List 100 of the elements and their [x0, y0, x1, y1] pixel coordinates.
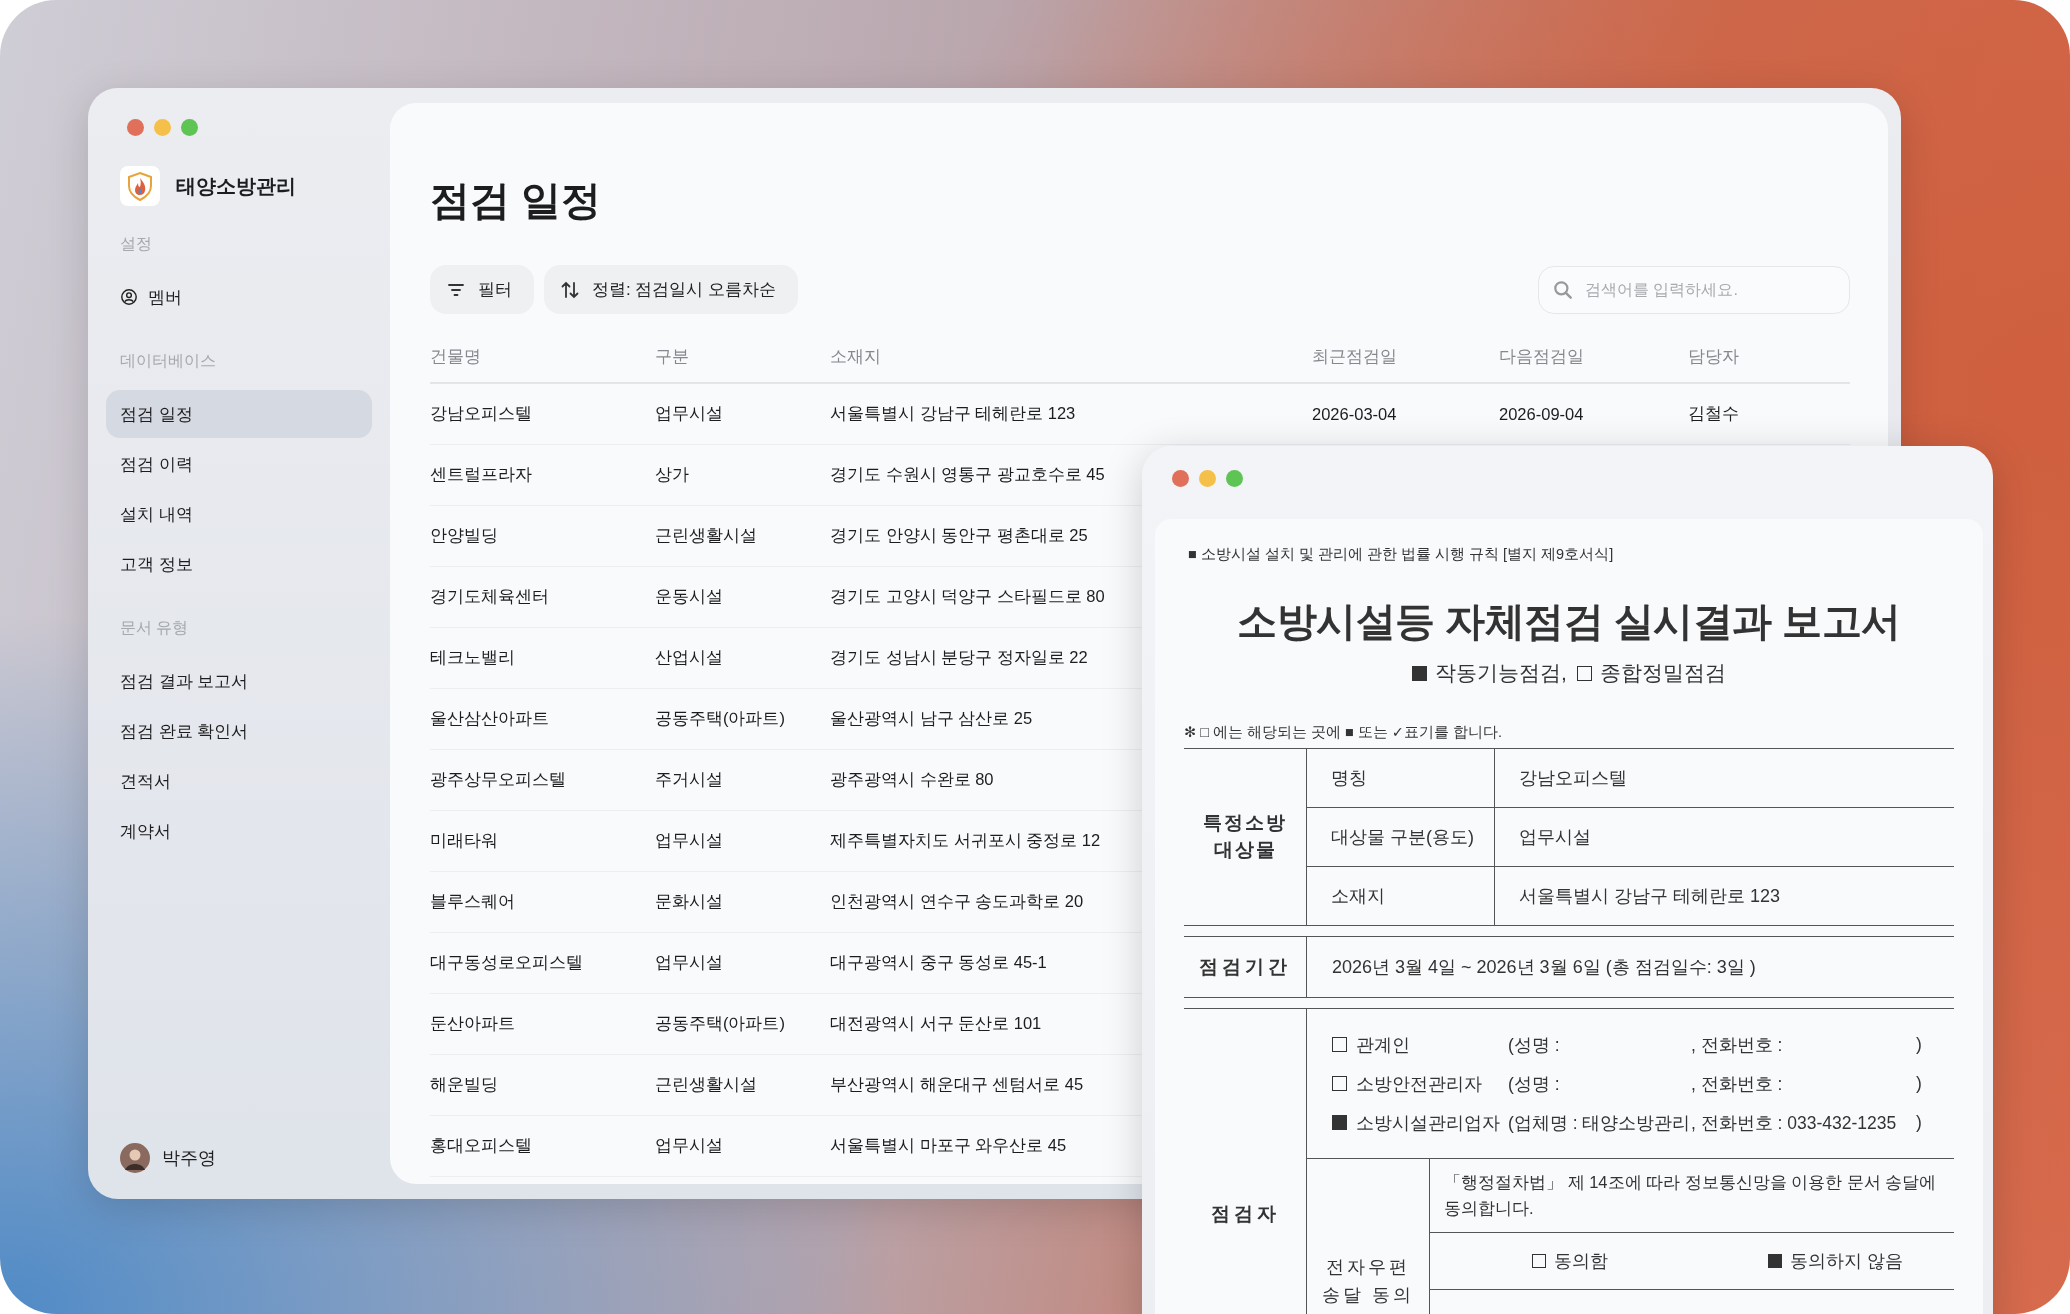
column-header: 건물명 — [430, 347, 481, 365]
table-cell: 블루스퀘어 — [430, 892, 515, 910]
closing-paren: ) — [1916, 1112, 1922, 1133]
field-value: 2026년 3월 4일 ~ 2026년 3월 6일 (총 점검일수: 3일 ) — [1331, 956, 1756, 979]
person-icon — [120, 288, 138, 306]
filter-button[interactable]: 필터 — [430, 265, 534, 314]
table-cell: 대구동성로오피스텔 — [430, 953, 583, 971]
table-cell: 울산광역시 남구 삼산로 25 — [830, 709, 1033, 727]
table-cell: 업무시설 — [655, 953, 723, 971]
closing-paren: ) — [1916, 1034, 1922, 1055]
table-cell: 제주특별자치도 서귀포시 중정로 12 — [830, 831, 1101, 849]
table-cell: 2026-03-04 — [1312, 404, 1397, 423]
table-cell: 부산광역시 해운대구 센텀서로 45 — [830, 1075, 1084, 1093]
table-cell: 강남오피스텔 — [430, 404, 532, 422]
column-header: 소재지 — [830, 347, 881, 365]
sidebar-item[interactable]: 멤버 — [106, 273, 372, 321]
checkbox-label: 소방안전관리자 — [1356, 1072, 1483, 1096]
table-cell: 경기도 고양시 덕양구 스타필드로 80 — [830, 587, 1105, 605]
zoom-button[interactable] — [181, 119, 198, 136]
table-cell: 김철수 — [1688, 404, 1739, 422]
checkbox-label: 동의하지 않음 — [1790, 1249, 1903, 1273]
phone-entry: , 전화번호 : 033-432-1235 — [1691, 1111, 1898, 1135]
sidebar-item[interactable]: 설치 내역 — [106, 490, 372, 538]
checkbox-label: 소방시설관리업자 — [1356, 1111, 1501, 1135]
consent-text: 「행정절차법」 제 14조에 따라 정보통신망을 이용한 문서 송달에 동의합니다. — [1430, 1159, 1954, 1233]
sidebar-item[interactable]: 점검 완료 확인서 — [106, 707, 372, 755]
section-heading: 설정 — [119, 234, 153, 254]
table-cell: 공동주택(아파트) — [655, 709, 785, 727]
field-label: 소재지 — [1307, 867, 1495, 925]
form-note: ✻ □ 에는 해당되는 곳에 ■ 또는 ✓표기를 합니다. — [1184, 723, 1504, 742]
close-button[interactable] — [1172, 470, 1189, 487]
name-entry: (성명 : — [1508, 1072, 1561, 1096]
table-cell: 대구광역시 중구 동성로 45-1 — [830, 953, 1047, 971]
table-cell: 경기도체육센터 — [430, 587, 549, 605]
table-cell: 미래타워 — [430, 831, 498, 849]
checkbox-label: 작동기능점검, — [1435, 660, 1567, 686]
table-cell: 문화시설 — [655, 892, 723, 910]
table-cell: 경기도 수원시 영통구 광교호수로 45 — [830, 465, 1105, 483]
app-name: 태양소방관리 — [176, 173, 296, 199]
field-value: 강남오피스텔 — [1518, 767, 1627, 790]
column-header: 담당자 — [1688, 347, 1739, 365]
table-cell: 광주상무오피스텔 — [430, 770, 566, 788]
row-label: 점검자 — [1184, 1009, 1307, 1314]
table-cell: 광주광역시 수완로 80 — [830, 770, 994, 788]
sidebar-item[interactable]: 점검 결과 보고서 — [106, 657, 372, 705]
name-entry: (업체명 : 태양소방관리 — [1508, 1111, 1691, 1135]
table-cell: 인천광역시 연수구 송도과학로 20 — [830, 892, 1084, 910]
checkbox-label: 관계인 — [1356, 1033, 1411, 1057]
user-name: 박주영 — [162, 1147, 216, 1170]
table-cell: 2026-09-04 — [1499, 404, 1584, 423]
field-value: 서울특별시 강남구 테헤란로 123 — [1518, 885, 1781, 908]
close-button[interactable] — [127, 119, 144, 136]
table-cell: 근린생활시설 — [655, 1075, 757, 1093]
name-entry: (성명 : — [1508, 1033, 1561, 1057]
field-label: 대상물 구분(용도) — [1307, 808, 1495, 866]
row-label: 점검기간 — [1184, 937, 1307, 997]
table-cell: 근린생활시설 — [655, 526, 757, 544]
table-cell: 공동주택(아파트) — [655, 1014, 785, 1032]
table-cell: 운동시설 — [655, 587, 723, 605]
table-cell: 업무시설 — [655, 1136, 723, 1154]
table-cell: 업무시설 — [655, 404, 723, 422]
section-heading: 문서 유형 — [119, 618, 190, 638]
field-label: 명칭 — [1307, 749, 1495, 807]
column-header: 다음점검일 — [1499, 347, 1584, 365]
table-cell: 업무시설 — [655, 831, 723, 849]
table-cell: 해운빌딩 — [430, 1075, 498, 1093]
column-header: 구분 — [655, 347, 689, 365]
table-cell: 서울특별시 마포구 와우산로 45 — [830, 1136, 1067, 1154]
table-cell: 홍대오피스텔 — [430, 1136, 532, 1154]
phone-entry: , 전화번호 : — [1691, 1072, 1784, 1096]
table-cell: 서울특별시 강남구 테헤란로 123 — [830, 404, 1076, 422]
table-cell: 경기도 안양시 동안구 평촌대로 25 — [830, 526, 1088, 544]
table-cell: 둔산아파트 — [430, 1014, 515, 1032]
sidebar-item[interactable]: 계약서 — [106, 807, 372, 855]
sidebar-item[interactable]: 고객 정보 — [106, 540, 372, 588]
minimize-button[interactable] — [154, 119, 171, 136]
table-cell: 상가 — [655, 465, 689, 483]
checkbox-label: 동의함 — [1554, 1249, 1608, 1273]
section-heading: 데이터베이스 — [119, 351, 217, 371]
sidebar-item[interactable]: 점검 이력 — [106, 440, 372, 488]
table-cell: 산업시설 — [655, 648, 723, 666]
table-cell: 안양빌딩 — [430, 526, 498, 544]
table-cell: 센트럴프라자 — [430, 465, 532, 483]
zoom-button[interactable] — [1226, 470, 1243, 487]
sidebar-item[interactable]: 점검 일정 — [106, 390, 372, 438]
page-title: 점검 일정 — [430, 177, 603, 224]
shield-flame-icon — [120, 166, 160, 206]
table-cell: 대전광역시 서구 둔산로 101 — [830, 1014, 1042, 1032]
search-field[interactable]: 검색어를 입력하세요. — [1538, 265, 1850, 314]
minimize-button[interactable] — [1199, 470, 1216, 487]
phone-entry: , 전화번호 : — [1691, 1033, 1784, 1057]
table-cell: 테크노밸리 — [430, 648, 515, 666]
table-cell: 울산삼산아파트 — [430, 709, 549, 727]
row-label: 특정소방 대상물 — [1184, 749, 1307, 925]
closing-paren: ) — [1916, 1073, 1922, 1094]
sort-button[interactable]: 정렬: 점검일시 오름차순 — [544, 265, 799, 314]
sidebar-item[interactable]: 견적서 — [106, 757, 372, 805]
table-cell: 경기도 성남시 분당구 정자일로 22 — [830, 648, 1088, 666]
row-label: 전자우편 송달 동의 — [1307, 1159, 1430, 1314]
avatar — [120, 1143, 150, 1173]
